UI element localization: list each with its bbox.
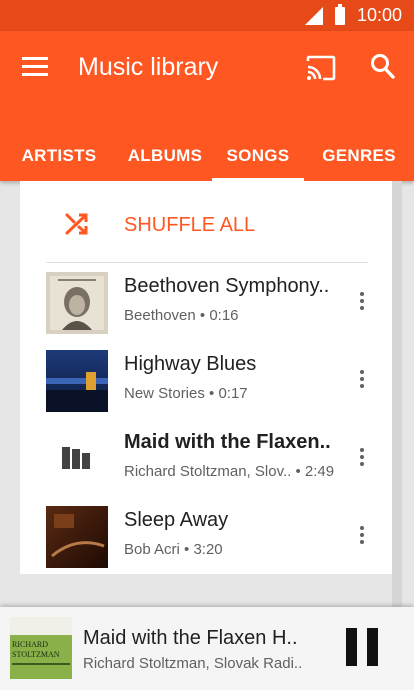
- now-playing-bar[interactable]: RICHARD STOLTZMAN Maid with the Flaxen H…: [0, 607, 414, 690]
- now-playing-equalizer-icon: [62, 447, 92, 469]
- song-row[interactable]: Sleep Away Bob Acri • 3:20: [20, 497, 392, 575]
- more-options-icon[interactable]: [350, 367, 374, 391]
- beethoven-album-art: [46, 272, 108, 334]
- song-subtitle: New Stories • 0:17: [124, 385, 248, 402]
- shuffle-all-label: SHUFFLE ALL: [124, 214, 256, 236]
- signal-icon: [304, 6, 323, 25]
- svg-text:STOLTZMAN: STOLTZMAN: [12, 650, 60, 659]
- now-playing-title: Maid with the Flaxen H..: [83, 627, 298, 649]
- sleep-away-album-art: [46, 506, 108, 568]
- song-subtitle: Beethoven • 0:16: [124, 307, 239, 324]
- highway-blues-album-art: [46, 350, 108, 412]
- app-bar: Music library ARTISTS ALBUMS SONGS GENRE…: [0, 31, 414, 181]
- pause-icon[interactable]: [344, 628, 380, 668]
- song-title: Maid with the Flaxen..: [124, 431, 331, 453]
- song-list: SHUFFLE ALL Beethoven Symphony.. Beethov…: [20, 181, 392, 574]
- svg-text:RICHARD: RICHARD: [12, 640, 48, 649]
- song-row[interactable]: Beethoven Symphony.. Beethoven • 0:16: [20, 263, 392, 341]
- more-options-icon[interactable]: [350, 445, 374, 469]
- tab-bar: ARTISTS ALBUMS SONGS GENRES: [0, 131, 414, 181]
- tab-albums[interactable]: ALBUMS: [118, 131, 212, 181]
- status-bar: 10:00: [0, 0, 414, 31]
- menu-icon[interactable]: [22, 57, 48, 77]
- page-title: Music library: [78, 53, 219, 81]
- now-playing-album-art: RICHARD STOLTZMAN: [10, 617, 72, 679]
- cast-icon[interactable]: [306, 55, 336, 81]
- song-row[interactable]: Highway Blues New Stories • 0:17: [20, 341, 392, 419]
- shuffle-icon: [65, 213, 88, 235]
- song-title: Sleep Away: [124, 509, 229, 531]
- tab-artists[interactable]: ARTISTS: [0, 131, 118, 181]
- shuffle-all-button[interactable]: SHUFFLE ALL: [20, 181, 392, 263]
- tab-genres[interactable]: GENRES: [304, 131, 414, 181]
- search-icon[interactable]: [370, 53, 396, 81]
- more-options-icon[interactable]: [350, 523, 374, 547]
- song-row-playing[interactable]: Maid with the Flaxen.. Richard Stoltzman…: [20, 419, 392, 497]
- song-title: Beethoven Symphony..: [124, 275, 330, 297]
- battery-icon: [334, 3, 345, 25]
- song-title: Highway Blues: [124, 353, 257, 375]
- scrollbar[interactable]: [392, 181, 402, 611]
- status-time: 10:00: [356, 5, 402, 25]
- song-subtitle: Richard Stoltzman, Slov.. • 2:49: [124, 463, 335, 480]
- now-playing-subtitle: Richard Stoltzman, Slovak Radi..: [83, 655, 303, 672]
- song-subtitle: Bob Acri • 3:20: [124, 541, 223, 558]
- tab-songs[interactable]: SONGS: [212, 131, 304, 181]
- more-options-icon[interactable]: [350, 289, 374, 313]
